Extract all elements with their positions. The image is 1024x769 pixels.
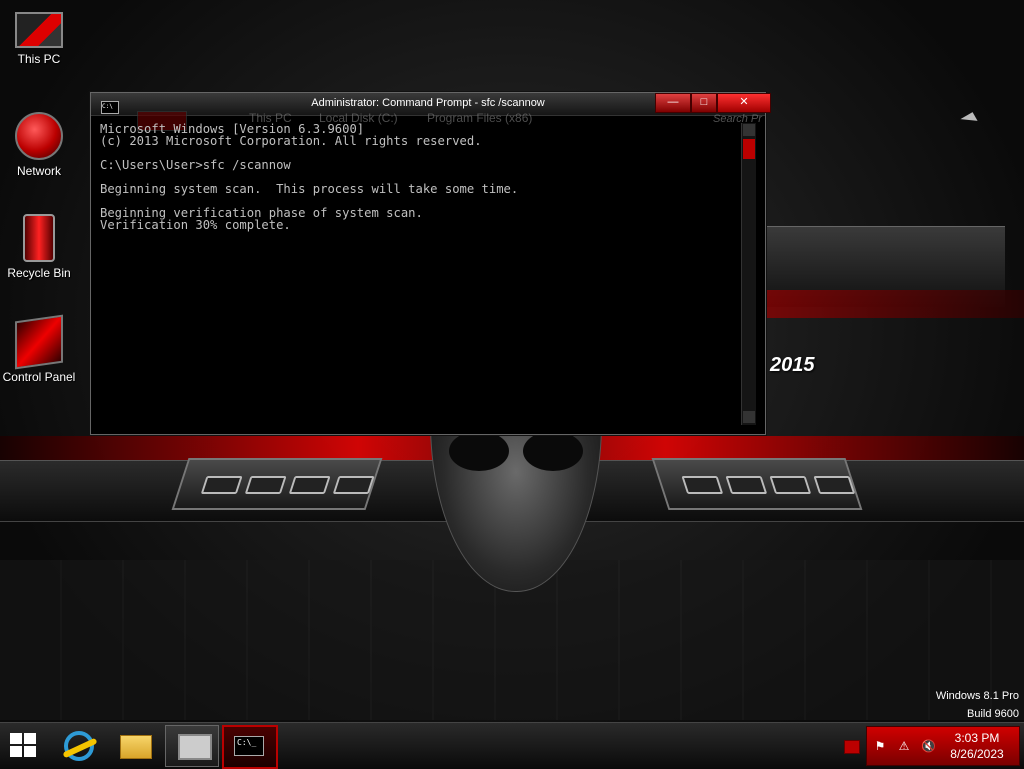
taskbar-command-prompt[interactable]: C:\_ xyxy=(222,725,278,769)
wallpaper-year: 2015 xyxy=(770,354,815,376)
desktop-icon-label: Network xyxy=(16,164,61,178)
wallpaper-panel-right xyxy=(651,458,863,510)
maximize-button[interactable]: □ xyxy=(691,93,717,113)
command-prompt-window[interactable]: C:\ Administrator: Command Prompt - sfc … xyxy=(90,92,771,435)
folder-icon xyxy=(120,735,152,759)
system-tray: ⚑ ⚠ 🔇 3:03 PM 8/26/2023 xyxy=(866,726,1020,766)
scroll-up-arrow-icon[interactable] xyxy=(743,124,755,136)
wallpaper-panel-left xyxy=(171,458,383,510)
desktop-icon-label: Control Panel xyxy=(2,370,76,384)
desktop-icon-recycle-bin[interactable]: Recycle Bin xyxy=(0,214,78,280)
volume-muted-icon[interactable]: 🔇 xyxy=(921,739,936,753)
recycle-bin-icon xyxy=(23,214,55,262)
taskbar-file-explorer[interactable] xyxy=(108,725,160,765)
minimize-button[interactable]: — xyxy=(655,93,691,113)
vertical-scrollbar[interactable] xyxy=(741,123,756,425)
clock[interactable]: 3:03 PM 8/26/2023 xyxy=(937,730,1017,762)
desktop-icon-this-pc[interactable]: This PC xyxy=(0,6,78,66)
desktop-icon-label: This PC xyxy=(17,52,61,66)
desktop-icon-network[interactable]: Network xyxy=(0,112,78,178)
scroll-down-arrow-icon[interactable] xyxy=(743,411,755,423)
taskbar-internet-explorer[interactable] xyxy=(52,725,104,765)
monitor-icon xyxy=(178,734,212,760)
desktop-icon-control-panel[interactable]: Control Panel xyxy=(0,314,78,384)
scroll-thumb[interactable] xyxy=(743,139,755,159)
taskbar-monitor-app[interactable] xyxy=(165,725,219,767)
desktop-icon-label: Recycle Bin xyxy=(7,266,71,280)
console-output[interactable]: Microsoft Windows [Version 6.3.9600] (c)… xyxy=(100,123,518,231)
close-button[interactable]: ✕ xyxy=(717,93,771,113)
action-center-flag-icon[interactable]: ⚑ xyxy=(873,739,887,753)
window-controls: — □ ✕ xyxy=(655,93,771,113)
computer-icon xyxy=(15,12,63,48)
clock-date: 8/26/2023 xyxy=(950,747,1004,761)
console-line: C:\Users\User>sfc /scannow xyxy=(100,158,291,172)
windows-logo-icon xyxy=(10,733,22,744)
control-panel-icon xyxy=(15,314,63,370)
console-line: Verification 30% complete. xyxy=(100,218,291,232)
mouse-cursor-icon xyxy=(960,112,978,128)
console-line: Beginning system scan. This process will… xyxy=(100,182,519,196)
os-build-text: Build 9600 xyxy=(967,708,1019,720)
wallpaper-right-glow xyxy=(765,290,1024,318)
network-status-icon[interactable]: ⚠ xyxy=(897,739,911,753)
cmd-icon: C:\_ xyxy=(234,736,264,756)
show-desktop-icon[interactable] xyxy=(844,740,860,754)
network-icon xyxy=(15,112,63,160)
ie-icon xyxy=(64,731,94,761)
clock-time: 3:03 PM xyxy=(954,731,1000,745)
os-edition-text: Windows 8.1 Pro xyxy=(935,690,1019,702)
start-button[interactable] xyxy=(10,733,38,759)
console-line: (c) 2013 Microsoft Corporation. All righ… xyxy=(100,134,482,148)
